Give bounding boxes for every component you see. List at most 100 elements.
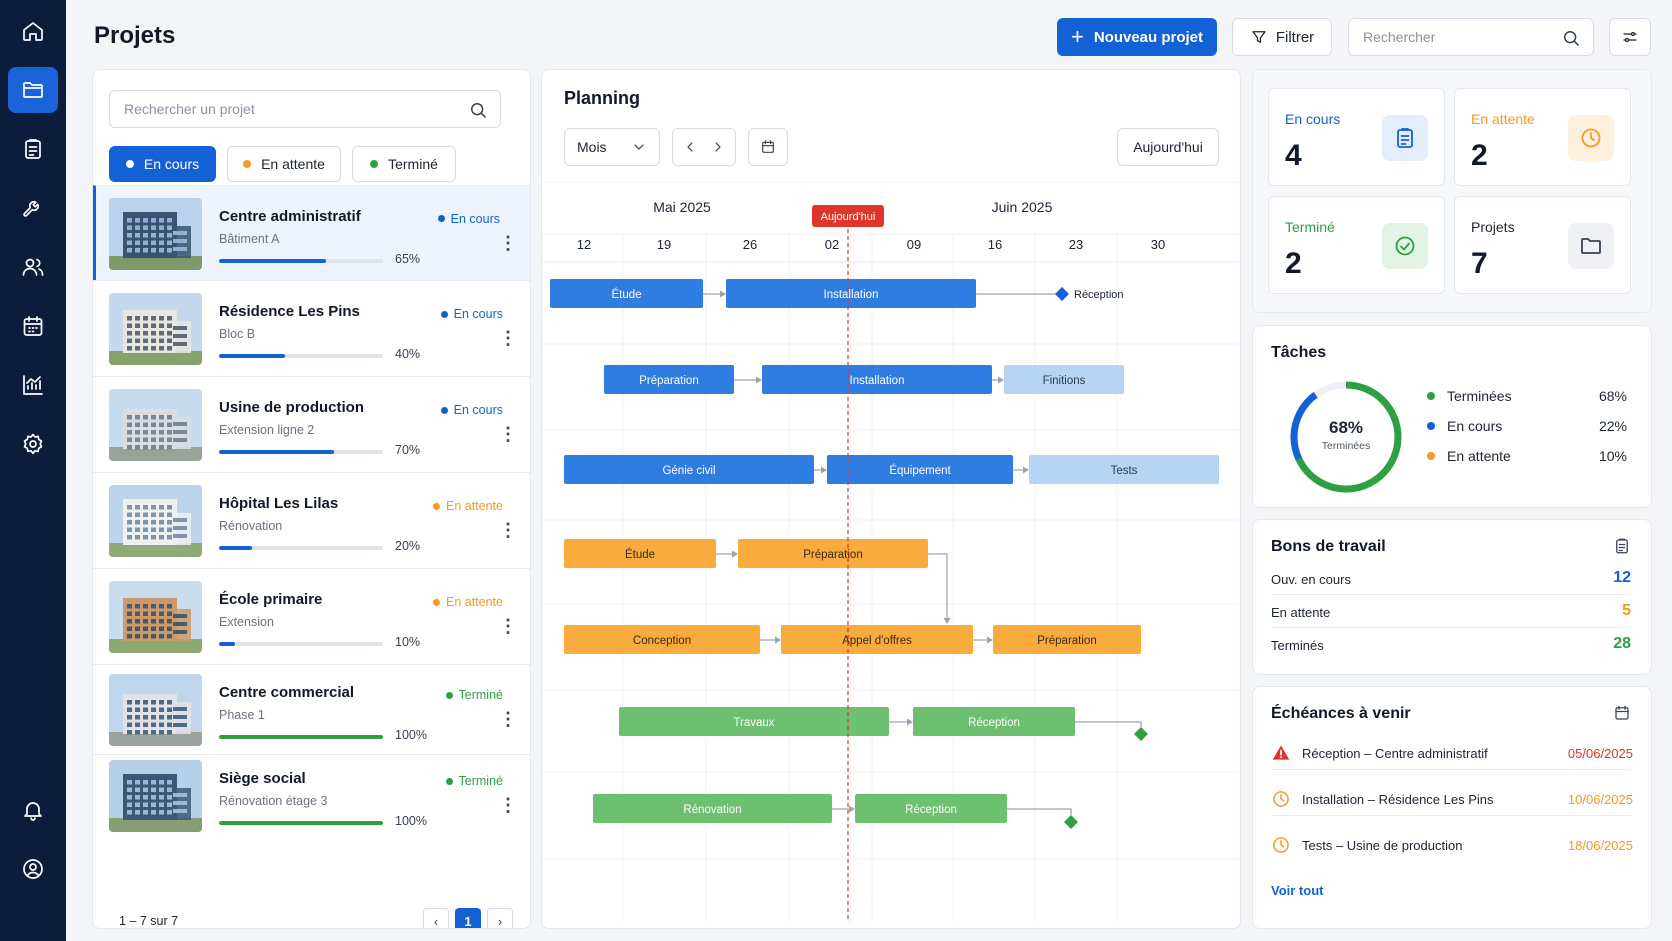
milestone-diamond[interactable] — [1064, 815, 1078, 829]
nav-home-icon[interactable] — [8, 8, 58, 54]
project-row[interactable]: Centre commercial Phase 1 100% Terminé ⋮ — [93, 664, 530, 754]
next-page-button[interactable]: › — [487, 908, 513, 928]
gantt-task-label: Réception — [905, 804, 957, 816]
search-icon[interactable] — [1561, 28, 1581, 48]
nav-user-circle-icon[interactable] — [8, 846, 58, 892]
kpi-card[interactable]: En cours 4 — [1268, 88, 1445, 186]
project-name: École primaire — [219, 591, 323, 608]
deadline-label: Installation – Résidence Les Pins — [1302, 792, 1494, 807]
project-status-label: En cours — [450, 211, 500, 226]
milestone-diamond[interactable] — [1055, 287, 1069, 301]
more-options-icon[interactable]: ⋮ — [499, 796, 517, 814]
project-row[interactable]: Usine de production Extension ligne 2 70% E… — [93, 376, 530, 472]
gantt-task-label: Préparation — [803, 549, 862, 561]
more-options-icon[interactable]: ⋮ — [499, 617, 517, 635]
project-name: Résidence Les Pins — [219, 303, 360, 320]
day-label: 02 — [825, 237, 839, 252]
nav-chart-icon[interactable] — [8, 362, 58, 408]
gantt-task-label: Travaux — [733, 717, 774, 729]
chevron-right-icon[interactable] — [710, 139, 726, 155]
dependency-line — [1007, 808, 1072, 815]
nav-bell-icon[interactable] — [8, 787, 58, 833]
legend-label: En cours — [1447, 418, 1503, 434]
kpi-card[interactable]: Terminé 2 — [1268, 196, 1445, 294]
project-progress-bar — [219, 735, 383, 739]
legend-value: 22% — [1598, 418, 1627, 434]
gantt-task-label: Rénovation — [683, 804, 741, 816]
status-dot — [437, 215, 445, 222]
deadlines-panel: Échéances à venir Réception – Centre adm… — [1252, 686, 1652, 929]
work-order-row[interactable]: Terminés 28 — [1271, 635, 1631, 653]
project-thumbnail — [109, 760, 202, 832]
project-subtitle: Bâtiment A — [219, 231, 280, 246]
project-progress-label: 40% — [395, 347, 421, 361]
global-search-input[interactable] — [1363, 29, 1543, 45]
project-thumbnail — [109, 389, 202, 461]
day-label: 30 — [1151, 237, 1165, 252]
see-all-link[interactable]: Voir tout — [1271, 883, 1323, 898]
kpi-label: Terminé — [1285, 219, 1335, 235]
search-icon[interactable] — [468, 100, 488, 120]
legend-item: En attente 10% — [1427, 448, 1627, 464]
filter-chip[interactable]: En cours — [109, 146, 216, 182]
new-project-button[interactable]: + Nouveau projet — [1057, 18, 1217, 56]
project-thumbnail — [109, 293, 202, 365]
gantt-task-label: Étude — [625, 548, 655, 561]
clipboard-icon[interactable] — [1613, 537, 1631, 555]
gantt-task-label: Installation — [850, 375, 905, 387]
milestone-diamond[interactable] — [1134, 727, 1148, 741]
nav-wrench-icon[interactable] — [8, 185, 58, 231]
work-order-row[interactable]: Ouv. en cours 12 — [1271, 569, 1631, 587]
today-button[interactable]: Aujourd'hui — [1117, 128, 1219, 166]
day-label: 16 — [988, 237, 1002, 252]
calendar-icon[interactable] — [1613, 704, 1631, 722]
status-dot — [445, 777, 453, 785]
filter-button[interactable]: Filtrer — [1232, 18, 1332, 56]
legend-dot — [1427, 392, 1435, 400]
page-title: Projets — [94, 22, 176, 49]
kpi-card[interactable]: Projets 7 — [1454, 196, 1631, 294]
project-search-input[interactable] — [124, 101, 304, 117]
project-photo — [109, 293, 202, 365]
project-status: En attente — [433, 595, 503, 609]
project-row[interactable]: Résidence Les Pins Bloc B 40% En cours ⋮ — [93, 280, 530, 376]
current-page-button[interactable]: 1 — [455, 908, 481, 928]
more-options-icon[interactable]: ⋮ — [499, 710, 517, 728]
project-row[interactable]: Hôpital Les Lilas Rénovation 20% En attente… — [93, 472, 530, 568]
project-name: Centre administratif — [219, 207, 361, 225]
view-select[interactable]: Mois — [564, 128, 660, 166]
sliders-icon — [1623, 31, 1637, 43]
project-row[interactable]: École primaire Extension 10% En attente ⋮ — [93, 568, 530, 664]
prev-page-button[interactable]: ‹ — [423, 908, 449, 928]
more-options-icon[interactable]: ⋮ — [499, 234, 517, 252]
nav-settings-icon[interactable] — [8, 421, 58, 467]
more-options-icon[interactable]: ⋮ — [499, 521, 517, 539]
project-row[interactable]: Siège social Rénovation étage 3 100% Termin… — [93, 754, 530, 836]
folder-icon — [1568, 223, 1614, 269]
dependency-line — [976, 287, 1063, 295]
date-picker-button[interactable] — [748, 128, 788, 166]
filter-chip[interactable]: Terminé — [352, 146, 456, 182]
planning-panel: Planning Mois Aujourd'hui Mai 2025 Juin 2… — [541, 69, 1241, 929]
global-search[interactable] — [1348, 18, 1594, 56]
work-order-count: 28 — [1613, 635, 1631, 652]
work-orders-title: Bons de travail — [1271, 538, 1386, 555]
project-row[interactable]: Centre administratif Bâtiment A 65% En cour… — [93, 185, 530, 280]
nav-calendar-icon[interactable] — [8, 303, 58, 349]
more-options-icon[interactable]: ⋮ — [499, 425, 517, 443]
nav-clipboard-icon[interactable] — [8, 126, 58, 172]
filter-chip[interactable]: En attente — [227, 146, 341, 182]
kpi-card[interactable]: En attente 2 — [1454, 88, 1631, 186]
project-subtitle: Extension ligne 2 — [219, 423, 315, 437]
more-options-icon[interactable]: ⋮ — [499, 329, 517, 347]
legend-value: 10% — [1598, 448, 1627, 464]
progress-fill — [219, 450, 334, 454]
nav-users-icon[interactable] — [8, 244, 58, 290]
today-badge-label: Aujourd'hui — [821, 211, 876, 223]
project-search[interactable] — [109, 90, 501, 128]
settings-sliders-button[interactable] — [1609, 18, 1651, 56]
work-order-row[interactable]: En attente 5 — [1271, 602, 1631, 620]
nav-folder-icon[interactable] — [8, 67, 58, 113]
chevron-left-icon[interactable] — [682, 139, 698, 155]
status-dot — [445, 691, 453, 699]
